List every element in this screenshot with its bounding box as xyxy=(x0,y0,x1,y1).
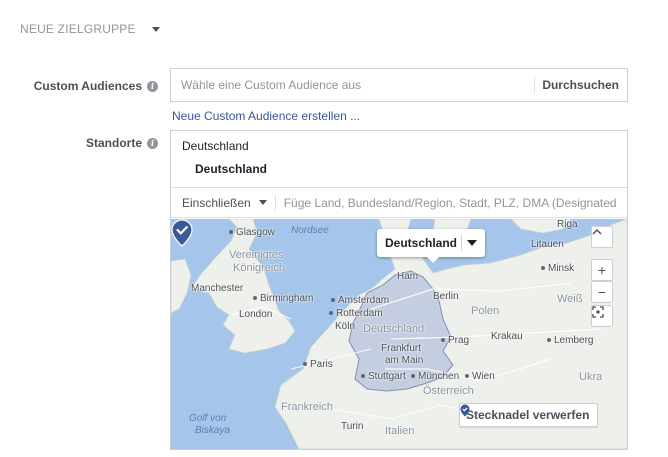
location-search-row: Einschließen xyxy=(171,187,627,218)
map-label-am-main: am Main xyxy=(385,355,424,366)
map-label-vereinigtes: Vereinigtes xyxy=(229,249,284,261)
map-label-muenchen: München xyxy=(411,371,459,382)
chevron-up-icon xyxy=(592,228,602,235)
browse-button[interactable]: Durchsuchen xyxy=(535,78,627,92)
custom-audience-input[interactable] xyxy=(171,69,535,101)
map-label-oesterreich: Österreich xyxy=(423,385,474,397)
map-label-prag: Prag xyxy=(441,335,469,346)
map-label-polen: Polen xyxy=(471,305,500,317)
locations-label-text: Standorte xyxy=(85,136,142,150)
custom-audience-field: Durchsuchen xyxy=(170,68,628,102)
caret-down-icon xyxy=(258,200,267,205)
map-label-koenigreich: Königreich xyxy=(233,262,285,274)
info-icon[interactable]: i xyxy=(147,137,158,149)
expand-icon xyxy=(592,306,604,318)
caret-down-icon xyxy=(151,26,160,32)
fullscreen-toggle-button[interactable] xyxy=(591,226,613,248)
create-custom-audience-link[interactable]: Neue Custom Audience erstellen ... xyxy=(172,109,360,123)
map-label-glasgow: Glasgow xyxy=(229,227,275,238)
map-label-biskaya: Biskaya xyxy=(195,425,231,436)
map-label-rotterdam: Rotterdam xyxy=(329,308,383,319)
minus-icon: − xyxy=(597,284,607,300)
popup-label: Deutschland xyxy=(385,236,458,250)
map-label-stuttgart: Stuttgart xyxy=(361,371,406,382)
map-label-litauen: Litauen xyxy=(531,239,564,250)
selected-location-item[interactable]: Deutschland xyxy=(195,162,267,176)
location-search-input[interactable] xyxy=(275,188,627,217)
map-label-paris: Paris xyxy=(303,359,333,370)
map-label-turin: Turin xyxy=(341,421,364,432)
map-label-berlin: Berlin xyxy=(433,291,459,302)
discard-pin-label: Stecknadel verwerfen xyxy=(466,408,590,422)
map-label-birmingham: Birmingham xyxy=(253,293,313,304)
fit-bounds-button[interactable] xyxy=(591,305,613,327)
include-dropdown[interactable]: Einschließen xyxy=(171,196,275,210)
discard-pin-button[interactable]: Stecknadel verwerfen xyxy=(459,403,599,427)
map-label-frankreich: Frankreich xyxy=(281,401,333,413)
map-label-minsk: Minsk xyxy=(541,263,574,274)
custom-audiences-label: Custom Audiences i xyxy=(34,79,158,93)
map-label-amsterdam: Amsterdam xyxy=(331,295,389,306)
map-label-koeln: Köln xyxy=(335,321,356,332)
divider xyxy=(461,235,463,251)
section-title: NEUE ZIELGRUPPE xyxy=(20,22,136,36)
map-label-ukra: Ukra xyxy=(579,371,603,383)
plus-icon: + xyxy=(597,262,607,278)
map-label-frankfurt: Frankfurt xyxy=(381,343,422,354)
map-label-wien: Wien xyxy=(465,371,495,382)
map-label-weiss: Weiß xyxy=(557,293,583,305)
map-label-nordsee: Nordsee xyxy=(291,225,329,236)
map-label-manchester: Manchester xyxy=(191,283,244,294)
zoom-out-button[interactable]: − xyxy=(591,281,613,303)
map-label-golf: Golf von xyxy=(189,413,227,424)
locations-label: Standorte i xyxy=(86,136,158,150)
map[interactable]: Glasgow Nordsee Vereinigtes Königreich M… xyxy=(171,219,627,449)
map-label-italien: Italien xyxy=(385,425,415,437)
map-label-krakau: Krakau xyxy=(491,331,523,342)
include-dropdown-label: Einschließen xyxy=(182,195,251,210)
pin-icon xyxy=(460,404,470,417)
custom-audiences-label-text: Custom Audiences xyxy=(33,79,142,93)
location-group-title: Deutschland xyxy=(182,139,249,153)
map-label-riga: Riga xyxy=(557,219,578,230)
info-icon[interactable]: i xyxy=(147,80,158,92)
location-popup[interactable]: Deutschland xyxy=(377,229,486,263)
map-label-london: London xyxy=(239,309,273,320)
map-label-lemberg: Lemberg xyxy=(547,335,593,346)
caret-down-icon[interactable] xyxy=(467,240,478,246)
locations-box: Deutschland Deutschland Einschließen Füg… xyxy=(170,130,628,450)
map-label-hamburg: Ham xyxy=(397,271,419,282)
map-pin-check-icon[interactable] xyxy=(171,219,193,247)
section-header-new-audience[interactable]: NEUE ZIELGRUPPE xyxy=(20,22,160,36)
map-label-deutschland: Deutschland xyxy=(363,323,425,335)
zoom-in-button[interactable]: + xyxy=(591,259,613,281)
